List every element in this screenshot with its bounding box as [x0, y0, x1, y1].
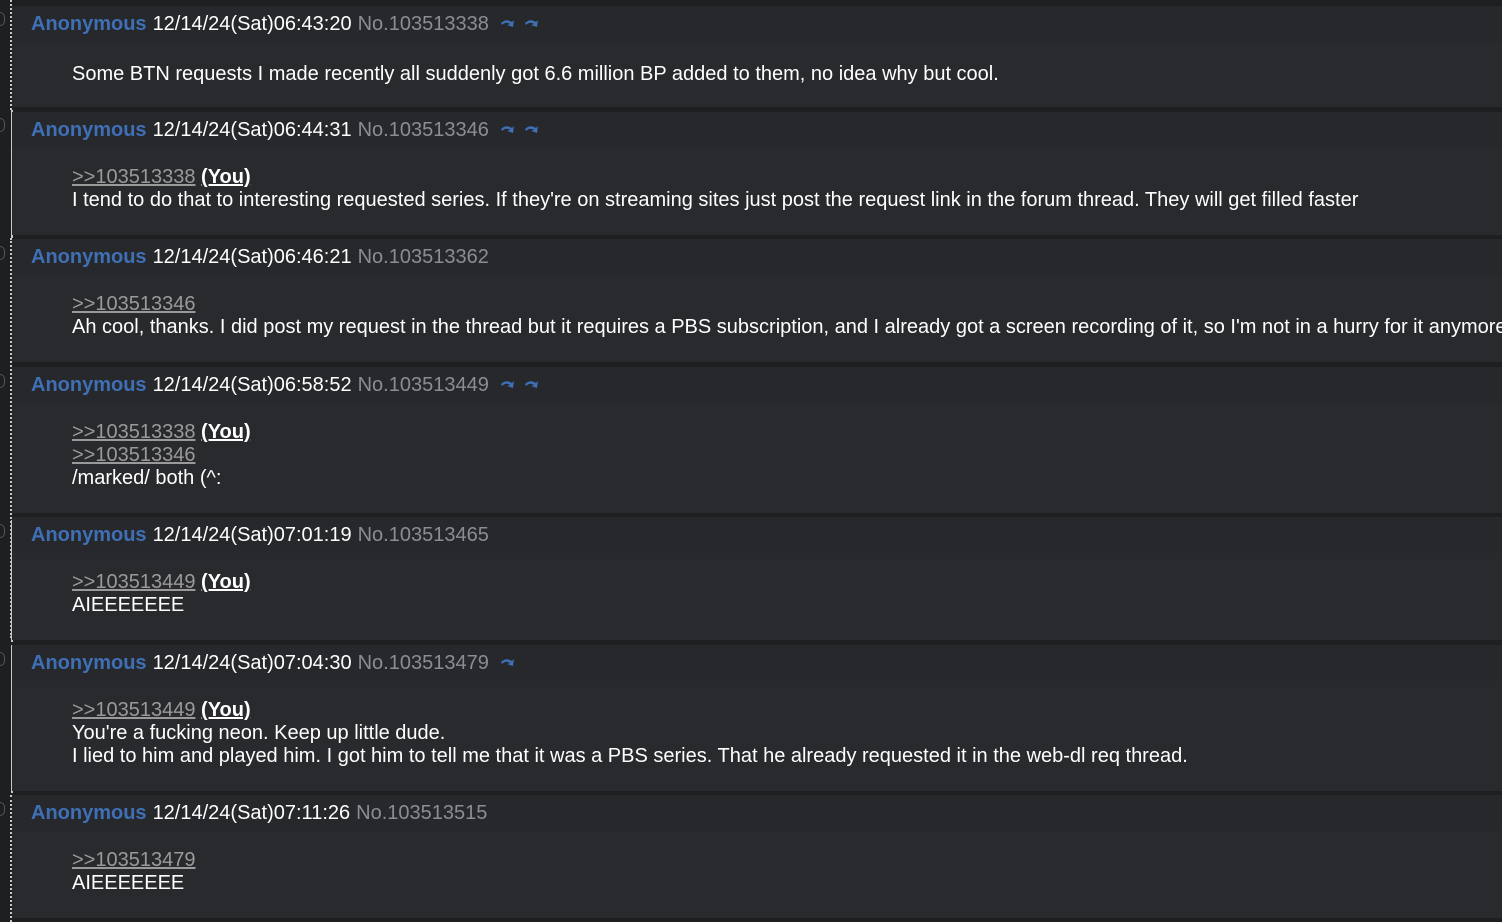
post-number-link[interactable]: No.103513362	[358, 246, 489, 269]
poster-name: Anonymous	[31, 651, 147, 674]
you-marker: (You)	[201, 421, 251, 443]
reply-arrow-icon[interactable]	[499, 18, 515, 30]
post-collapse-handle[interactable]	[0, 802, 5, 816]
quote-link[interactable]: >>103513479	[72, 849, 195, 871]
poster-name: Anonymous	[31, 373, 147, 396]
post-date: 12/14/24(Sat)06:58:52	[152, 373, 352, 396]
quote-line: >>103513338 (You)	[72, 421, 1502, 444]
thread: Anonymous 12/14/24(Sat)06:43:20 No.10351…	[0, 0, 1502, 922]
post-body: Some BTN requests I made recently all su…	[12, 42, 1502, 86]
post-text-line: AIEEEEEEE	[72, 594, 185, 616]
post: Anonymous 12/14/24(Sat)07:04:30 No.10351…	[12, 645, 1502, 791]
post-date: 12/14/24(Sat)07:01:19	[152, 523, 352, 546]
post-body: >>103513479 AIEEEEEEE	[12, 831, 1502, 895]
poster-name: Anonymous	[31, 118, 147, 141]
quote-link[interactable]: >>103513338	[72, 166, 195, 188]
reply-arrow-icon[interactable]	[523, 18, 539, 30]
post: Anonymous 12/14/24(Sat)06:43:20 No.10351…	[12, 6, 1502, 107]
backlinks	[499, 124, 539, 136]
post: Anonymous 12/14/24(Sat)06:58:52 No.10351…	[12, 367, 1502, 513]
post-body: >>103513449 (You) AIEEEEEEE	[12, 553, 1502, 617]
post-collapse-handle[interactable]	[0, 246, 5, 260]
post-number-link[interactable]: No.103513338	[358, 13, 489, 36]
post-header: Anonymous 12/14/24(Sat)06:44:31 No.10351…	[12, 112, 1502, 148]
post-body: >>103513338 (You) I tend to do that to i…	[12, 148, 1502, 212]
post-body: >>103513338 (You) >>103513346 /marked/ b…	[12, 403, 1502, 490]
poster-name: Anonymous	[31, 801, 147, 824]
you-marker: (You)	[201, 571, 251, 593]
post-collapse-handle[interactable]	[0, 12, 5, 26]
post-header: Anonymous 12/14/24(Sat)07:04:30 No.10351…	[12, 645, 1502, 681]
post-number-link[interactable]: No.103513479	[358, 652, 489, 675]
quote-line: >>103513449 (You)	[72, 571, 1502, 594]
post-text-line: Ah cool, thanks. I did post my request i…	[72, 316, 1502, 338]
post-date: 12/14/24(Sat)06:43:20	[152, 12, 352, 35]
reply-arrow-icon[interactable]	[499, 657, 515, 669]
you-marker: (You)	[201, 699, 251, 721]
quote-link[interactable]: >>103513449	[72, 571, 195, 593]
post-collapse-handle[interactable]	[0, 374, 5, 388]
post-header: Anonymous 12/14/24(Sat)07:11:26 No.10351…	[12, 795, 1502, 831]
quote-line: >>103513449 (You)	[72, 699, 1502, 722]
backlinks	[499, 379, 539, 391]
post-header: Anonymous 12/14/24(Sat)06:46:21 No.10351…	[12, 239, 1502, 275]
post: Anonymous 12/14/24(Sat)06:44:31 No.10351…	[12, 112, 1502, 235]
post-text-line: AIEEEEEEE	[72, 872, 185, 894]
quote-line: >>103513346	[72, 444, 1502, 467]
post-date: 12/14/24(Sat)07:04:30	[152, 651, 352, 674]
post-body: >>103513346 Ah cool, thanks. I did post …	[12, 275, 1502, 339]
quote-link[interactable]: >>103513338	[72, 421, 195, 443]
post-date: 12/14/24(Sat)06:46:21	[152, 245, 352, 268]
post-header: Anonymous 12/14/24(Sat)06:43:20 No.10351…	[12, 6, 1502, 42]
poster-name: Anonymous	[31, 12, 147, 35]
quote-link[interactable]: >>103513346	[72, 444, 195, 466]
post-number-link[interactable]: No.103513346	[358, 119, 489, 142]
post-number-link[interactable]: No.103513465	[358, 524, 489, 547]
post: Anonymous 12/14/24(Sat)06:46:21 No.10351…	[12, 239, 1502, 362]
quote-link[interactable]: >>103513346	[72, 293, 195, 315]
poster-name: Anonymous	[31, 245, 147, 268]
post: Anonymous 12/14/24(Sat)07:11:26 No.10351…	[12, 795, 1502, 918]
post-text-line: /marked/ both (^:	[72, 467, 222, 489]
post-date: 12/14/24(Sat)07:11:26	[152, 801, 351, 824]
post-text-line: I lied to him and played him. I got him …	[72, 745, 1188, 767]
post-collapse-handle[interactable]	[0, 652, 5, 666]
reply-arrow-icon[interactable]	[499, 379, 515, 391]
post-collapse-handle[interactable]	[0, 524, 5, 538]
post-text-line: You're a fucking neon. Keep up little du…	[72, 722, 446, 744]
post: Anonymous 12/14/24(Sat)07:01:19 No.10351…	[12, 517, 1502, 640]
poster-name: Anonymous	[31, 523, 147, 546]
quote-line: >>103513479	[72, 849, 1502, 872]
reply-arrow-icon[interactable]	[523, 124, 539, 136]
post-text-line: Some BTN requests I made recently all su…	[72, 63, 999, 85]
post-text-line: I tend to do that to interesting request…	[72, 189, 1359, 211]
post-header: Anonymous 12/14/24(Sat)07:01:19 No.10351…	[12, 517, 1502, 553]
backlinks	[499, 18, 539, 30]
backlinks	[499, 657, 515, 669]
quote-line: >>103513338 (You)	[72, 166, 1502, 189]
reply-arrow-icon[interactable]	[499, 124, 515, 136]
you-marker: (You)	[201, 166, 251, 188]
post-date: 12/14/24(Sat)06:44:31	[152, 118, 352, 141]
quote-line: >>103513346	[72, 293, 1502, 316]
post-number-link[interactable]: No.103513515	[356, 802, 487, 825]
quote-link[interactable]: >>103513449	[72, 699, 195, 721]
reply-arrow-icon[interactable]	[523, 379, 539, 391]
post-body: >>103513449 (You) You're a fucking neon.…	[12, 681, 1502, 768]
post-header: Anonymous 12/14/24(Sat)06:58:52 No.10351…	[12, 367, 1502, 403]
post-collapse-handle[interactable]	[0, 118, 5, 132]
post-number-link[interactable]: No.103513449	[358, 374, 489, 397]
